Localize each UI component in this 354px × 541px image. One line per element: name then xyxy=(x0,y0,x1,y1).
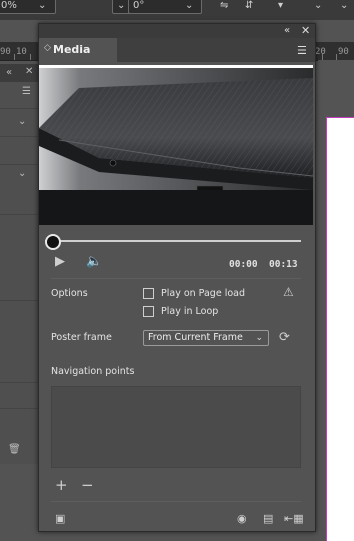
ruler-label: 90 xyxy=(0,47,11,57)
divider xyxy=(0,164,38,165)
divider xyxy=(0,214,38,215)
export-icon[interactable]: ⇤▦ xyxy=(284,512,304,525)
ruler-label: 20 xyxy=(315,47,326,57)
media-tab[interactable]: ◇ Media xyxy=(39,38,117,62)
playback-scrubber[interactable] xyxy=(45,240,301,242)
chevron-down-icon[interactable]: ⌄ xyxy=(18,168,26,179)
ruler-label: 10 xyxy=(16,47,27,57)
divider xyxy=(0,408,38,409)
panel-title-bar: « ✕ xyxy=(39,24,315,38)
chevron-down-icon[interactable]: ⌄ xyxy=(38,0,46,11)
divider xyxy=(0,136,38,137)
duration-time: 00:13 xyxy=(269,259,298,270)
navigation-points-label: Navigation points xyxy=(51,366,135,377)
divider xyxy=(51,278,301,279)
add-icon[interactable]: + xyxy=(55,476,68,494)
control-bar: 0% ⌄ ⌄ 0° ⌄ ⇋ ⇵ ▾ ⌄ ⌄ xyxy=(0,0,354,20)
wrap-icon[interactable]: ⌄ xyxy=(314,0,322,11)
chevron-down-icon[interactable]: ⌄ xyxy=(18,116,26,127)
trash-icon[interactable]: 🗑 xyxy=(8,444,21,455)
navigation-points-list[interactable] xyxy=(51,386,301,468)
chevron-down-icon[interactable]: ⌄ xyxy=(185,0,193,11)
refresh-icon[interactable]: ⟳ xyxy=(279,330,290,345)
tab-strip: ☰ xyxy=(117,38,315,62)
play-in-loop-checkbox[interactable] xyxy=(143,306,154,317)
close-icon[interactable]: ✕ xyxy=(25,66,33,77)
close-icon[interactable]: ✕ xyxy=(301,24,310,37)
play-in-loop-label[interactable]: Play in Loop xyxy=(161,306,218,317)
percent-field[interactable]: 0% xyxy=(0,0,56,14)
ruler-tick xyxy=(14,54,15,60)
poster-frame-label: Poster frame xyxy=(51,332,112,343)
video-frame-image xyxy=(39,68,313,225)
flip-horizontal-icon[interactable]: ⇋ xyxy=(220,0,228,11)
text-wrap-icon[interactable]: ⌄ xyxy=(340,0,348,11)
panel-menu-icon[interactable]: ☰ xyxy=(297,44,307,57)
pdf-icon[interactable]: ▤ xyxy=(263,512,273,525)
scrubber-handle[interactable] xyxy=(45,234,61,250)
divider xyxy=(0,108,38,109)
flip-vertical-icon[interactable]: ⇵ xyxy=(245,0,253,11)
warning-icon: ⚠ xyxy=(283,285,294,299)
left-docked-panel: « ✕ ☰ ⌄ ⌄ 🗑 xyxy=(0,64,39,464)
collapse-icon[interactable]: « xyxy=(6,67,12,78)
document-page[interactable] xyxy=(326,117,354,541)
globe-icon[interactable]: ◉ xyxy=(237,512,247,525)
volume-icon[interactable]: 🔈 xyxy=(86,254,102,269)
collapse-panel-icon[interactable]: « xyxy=(284,25,290,36)
align-icon[interactable]: ▾ xyxy=(278,0,283,11)
divider xyxy=(0,382,38,383)
play-on-load-checkbox[interactable] xyxy=(143,288,154,299)
chevron-down-icon: ⌄ xyxy=(255,333,263,343)
left-panel-header: « ✕ xyxy=(0,64,38,82)
poster-frame-dropdown[interactable]: From Current Frame ⌄ xyxy=(143,330,269,346)
media-panel: « ✕ ◇ Media ☰ ▶ 🔈 00:00 00:13 Options Pl… xyxy=(38,23,316,532)
video-preview[interactable] xyxy=(39,65,313,225)
play-on-load-label[interactable]: Play on Page load xyxy=(161,288,245,299)
video-icon[interactable]: ▣ xyxy=(55,512,65,525)
poster-frame-value: From Current Frame xyxy=(148,332,243,343)
divider xyxy=(51,501,301,502)
play-icon[interactable]: ▶ xyxy=(55,254,65,269)
ruler-label: 90 xyxy=(338,47,349,57)
ruler-tick xyxy=(30,54,31,60)
options-label: Options xyxy=(51,288,88,299)
panel-menu-icon[interactable]: ☰ xyxy=(22,86,31,97)
panel-title: Media xyxy=(53,43,91,56)
tab-toggle-icon[interactable]: ◇ xyxy=(44,43,51,53)
remove-icon[interactable]: − xyxy=(81,476,94,494)
divider xyxy=(0,300,38,301)
current-time: 00:00 xyxy=(229,259,258,270)
